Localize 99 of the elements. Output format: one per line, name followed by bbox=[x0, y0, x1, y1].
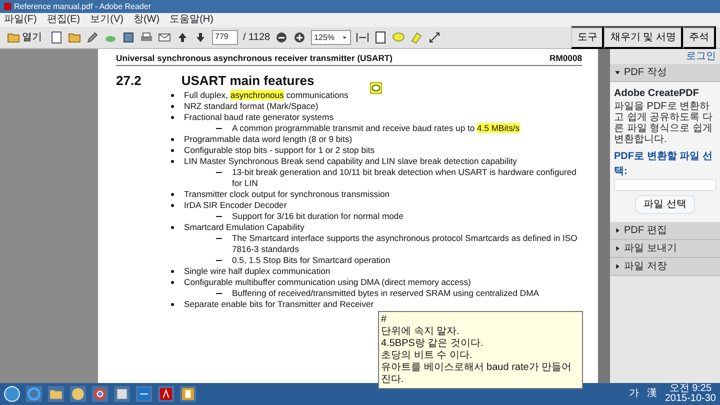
comment-note-icon[interactable] bbox=[370, 82, 382, 94]
section-header[interactable]: 파일 저장 bbox=[610, 258, 720, 276]
app-icon bbox=[4, 3, 11, 10]
list-item: Single wire half duplex communication bbox=[184, 266, 330, 277]
ime-indicator[interactable]: 漢 bbox=[646, 389, 657, 399]
zoom-select[interactable]: 125% bbox=[311, 30, 352, 45]
dash-icon bbox=[216, 216, 222, 217]
page-header: Universal synchronous asynchronous receiver transmitter (USART) bbox=[116, 53, 393, 64]
list-item: Programmable data word length (8 or 9 bits) bbox=[184, 134, 352, 145]
chrome-icon[interactable] bbox=[92, 386, 108, 402]
section-header[interactable]: 파일 보내기 bbox=[610, 240, 720, 258]
pdf-icon[interactable] bbox=[158, 386, 174, 402]
collapsed-triangle-icon bbox=[614, 263, 621, 270]
dash-icon bbox=[216, 260, 222, 261]
document-icon[interactable] bbox=[180, 386, 196, 402]
fit-width-icon[interactable] bbox=[356, 31, 370, 44]
scrollbar[interactable] bbox=[598, 49, 610, 383]
clock-date: 2015-10-30 bbox=[664, 394, 716, 404]
list-item: The Smartcard interface supports the asynchronous protocol Smartcards as defined in ISO 7816-3 standards bbox=[232, 233, 578, 255]
bullet-icon bbox=[171, 226, 174, 229]
list-item: Buffering of received/transmitted bytes in reserved SRAM using centralized DMA bbox=[232, 288, 539, 299]
popup-text: 4.5BPS랑 같은 것이다. bbox=[381, 338, 484, 350]
page-total: / 1128 bbox=[243, 31, 270, 45]
menu-item[interactable]: 도움말(H) bbox=[170, 13, 214, 27]
section-header[interactable]: PDF 작성 bbox=[610, 64, 720, 82]
ime-indicator[interactable]: 가 bbox=[628, 389, 639, 399]
mail-icon[interactable] bbox=[158, 31, 171, 44]
bullet-icon bbox=[171, 193, 174, 196]
collapsed-triangle-icon bbox=[614, 245, 621, 252]
bullet-icon bbox=[171, 270, 174, 273]
panel-tab[interactable]: 채우기 및 서명 bbox=[604, 26, 683, 49]
clock-time: 오전 9:25 bbox=[668, 384, 713, 394]
pencil-icon[interactable] bbox=[86, 31, 99, 44]
menu-item[interactable]: 편집(E) bbox=[46, 13, 80, 27]
dash-icon bbox=[216, 172, 222, 173]
menu-item[interactable]: 보기(V) bbox=[90, 13, 124, 27]
menu-item[interactable]: 창(W) bbox=[133, 13, 160, 27]
list-item: A common programmable transmit and receive baud rates up to 4.5 MBits/s bbox=[232, 123, 520, 134]
list-item: 13-bit break generation and 10/11 bit break detection when USART is hardware configured for LIN bbox=[232, 167, 578, 189]
expanded-triangle-icon bbox=[614, 69, 621, 76]
list-item: Support for 3/16 bit duration for normal mode bbox=[232, 211, 404, 222]
bullet-icon bbox=[171, 94, 174, 97]
popup-text: 초당의 비트 수 이다. bbox=[381, 350, 474, 362]
list-item: Configurable multibuffer communication using DMA (direct memory access) bbox=[184, 277, 471, 288]
bullet-icon bbox=[171, 105, 174, 108]
fit-page-icon[interactable] bbox=[374, 31, 388, 44]
section-title: USART main features bbox=[181, 75, 314, 86]
file-input-field[interactable] bbox=[614, 179, 716, 191]
zoom-in-icon[interactable] bbox=[293, 31, 306, 44]
zoom-out-icon[interactable] bbox=[275, 31, 288, 44]
start-icon[interactable] bbox=[4, 386, 20, 402]
list-item: Smartcard Emulation Capability bbox=[184, 222, 304, 233]
list-item: Configurable stop bits - support for 1 or 2 stop bits bbox=[184, 145, 375, 156]
bullet-icon bbox=[171, 138, 174, 141]
folder-icon[interactable] bbox=[48, 386, 64, 402]
clock[interactable]: 오전 9:25 2015-10-30 bbox=[664, 384, 716, 404]
window-icon[interactable] bbox=[114, 386, 130, 402]
service-name: Adobe CreatePDF bbox=[614, 87, 700, 101]
dash-icon bbox=[216, 293, 222, 294]
popup-text: 유아트를 베이스로해서 baud rate가 만들어 진다. bbox=[381, 362, 573, 386]
save-icon[interactable] bbox=[122, 31, 135, 44]
window-title: Reference manual.pdf - Adobe Reader bbox=[14, 1, 151, 13]
bullet-icon bbox=[171, 204, 174, 207]
collapsed-triangle-icon bbox=[614, 227, 621, 234]
document-id: RM0008 bbox=[550, 53, 582, 64]
print-icon[interactable] bbox=[140, 31, 153, 44]
section-number: 27.2 bbox=[116, 75, 142, 86]
list-item: LIN Master Synchronous Break send capability and LIN slave break detection capability bbox=[184, 156, 517, 167]
folder-icon[interactable] bbox=[68, 31, 81, 44]
popup-text: 단위에 속지 말자. bbox=[381, 326, 460, 338]
bullet-icon bbox=[171, 116, 174, 119]
caret-icon bbox=[341, 34, 348, 41]
folder-icon bbox=[7, 31, 20, 44]
bullet-icon bbox=[171, 303, 174, 306]
bullet-icon bbox=[171, 281, 174, 284]
list-item: Transmitter clock output for synchronous transmission bbox=[184, 189, 390, 200]
menu-item[interactable]: 파일(F) bbox=[4, 13, 37, 27]
dash-icon bbox=[216, 128, 222, 129]
list-item: Fractional baud rate generator systems bbox=[184, 112, 334, 123]
popup-title: # bbox=[381, 314, 388, 326]
list-item: NRZ standard format (Mark/Space) bbox=[184, 101, 318, 112]
list-item: Full duplex, asynchronous communications bbox=[184, 90, 348, 101]
bullet-icon bbox=[171, 149, 174, 152]
list-item: Separate enable bits for Transmitter and Receiver bbox=[184, 299, 374, 310]
down-arrow-icon[interactable] bbox=[194, 31, 207, 44]
up-arrow-icon[interactable] bbox=[176, 31, 189, 44]
page-number-field[interactable]: 779 bbox=[212, 30, 238, 45]
list-item: IrDA SIR Encoder Decoder bbox=[184, 200, 287, 211]
section-header[interactable]: PDF 편집 bbox=[610, 222, 720, 240]
dash-icon bbox=[216, 238, 222, 239]
login-link[interactable]: 로그인 bbox=[610, 49, 720, 64]
field-label: PDF로 변환할 파일 선택: bbox=[614, 150, 714, 179]
bullet-icon bbox=[171, 160, 174, 163]
list-item: 0.5, 1.5 Stop Bits for Smartcard operation bbox=[232, 255, 390, 266]
choose-file-button[interactable]: 파일 선택 bbox=[634, 195, 696, 214]
open-button[interactable]: 열기 bbox=[4, 30, 45, 45]
expand-icon[interactable] bbox=[428, 31, 442, 44]
document-icon[interactable] bbox=[50, 31, 63, 44]
description: 파일을 PDF로 변환하고 쉽게 공유하도록 다른 파일 형식으로 쉽게 변환합니다. bbox=[614, 101, 714, 145]
